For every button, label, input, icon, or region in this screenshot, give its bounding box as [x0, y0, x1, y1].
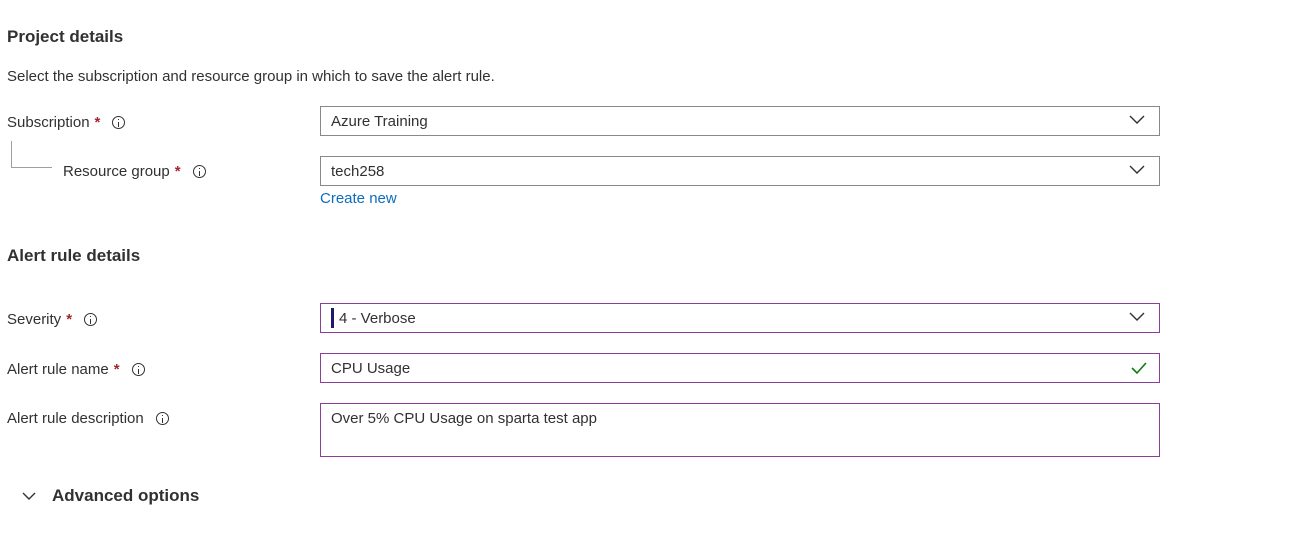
tree-connector-horizontal [11, 167, 52, 168]
info-icon[interactable] [192, 164, 206, 178]
severity-dropdown[interactable]: 4 - Verbose [320, 303, 1160, 333]
alert-rule-details-heading: Alert rule details [7, 246, 141, 265]
alert-rule-description-label: Alert rule description [7, 409, 144, 427]
alert-rule-name-label-row: Alert rule name * [7, 358, 145, 380]
alert-rule-description-textarea[interactable]: Over 5% CPU Usage on sparta test app [320, 403, 1160, 457]
chevron-down-icon [1129, 115, 1145, 124]
required-asterisk: * [113, 360, 120, 378]
chevron-down-icon [1129, 312, 1145, 321]
project-details-heading: Project details [7, 27, 124, 46]
alert-rule-name-input[interactable]: CPU Usage [320, 353, 1160, 383]
project-details-description: Select the subscription and resource gro… [7, 68, 495, 85]
severity-label: Severity [7, 310, 62, 328]
checkmark-icon [1131, 362, 1147, 375]
tree-connector-vertical [11, 141, 12, 168]
subscription-dropdown[interactable]: Azure Training [320, 106, 1160, 136]
resource-group-value: tech258 [331, 162, 385, 180]
subscription-value: Azure Training [331, 112, 428, 130]
info-icon[interactable] [155, 411, 169, 425]
advanced-options-toggle[interactable]: Advanced options [22, 486, 199, 506]
resource-group-label-row: Resource group * [63, 160, 206, 182]
resource-group-label: Resource group [63, 162, 170, 180]
severity-label-row: Severity * [7, 308, 98, 330]
info-icon[interactable] [131, 362, 145, 376]
alert-rule-description-label-row: Alert rule description [7, 407, 169, 429]
resource-group-dropdown[interactable]: tech258 [320, 156, 1160, 186]
severity-color-bar [331, 308, 334, 328]
subscription-label-row: Subscription * [7, 111, 126, 133]
chevron-down-icon [22, 492, 36, 500]
required-asterisk: * [94, 113, 101, 131]
chevron-down-icon [1129, 165, 1145, 174]
alert-rule-description-value: Over 5% CPU Usage on sparta test app [331, 410, 597, 427]
info-icon[interactable] [112, 115, 126, 129]
required-asterisk: * [174, 162, 181, 180]
advanced-options-label: Advanced options [52, 486, 200, 505]
alert-rule-name-value: CPU Usage [331, 359, 411, 377]
severity-value: 4 - Verbose [339, 309, 416, 327]
alert-rule-name-label: Alert rule name [7, 360, 109, 378]
required-asterisk: * [66, 310, 73, 328]
create-new-link[interactable]: Create new [320, 190, 397, 207]
subscription-label: Subscription [7, 113, 90, 131]
info-icon[interactable] [84, 312, 98, 326]
